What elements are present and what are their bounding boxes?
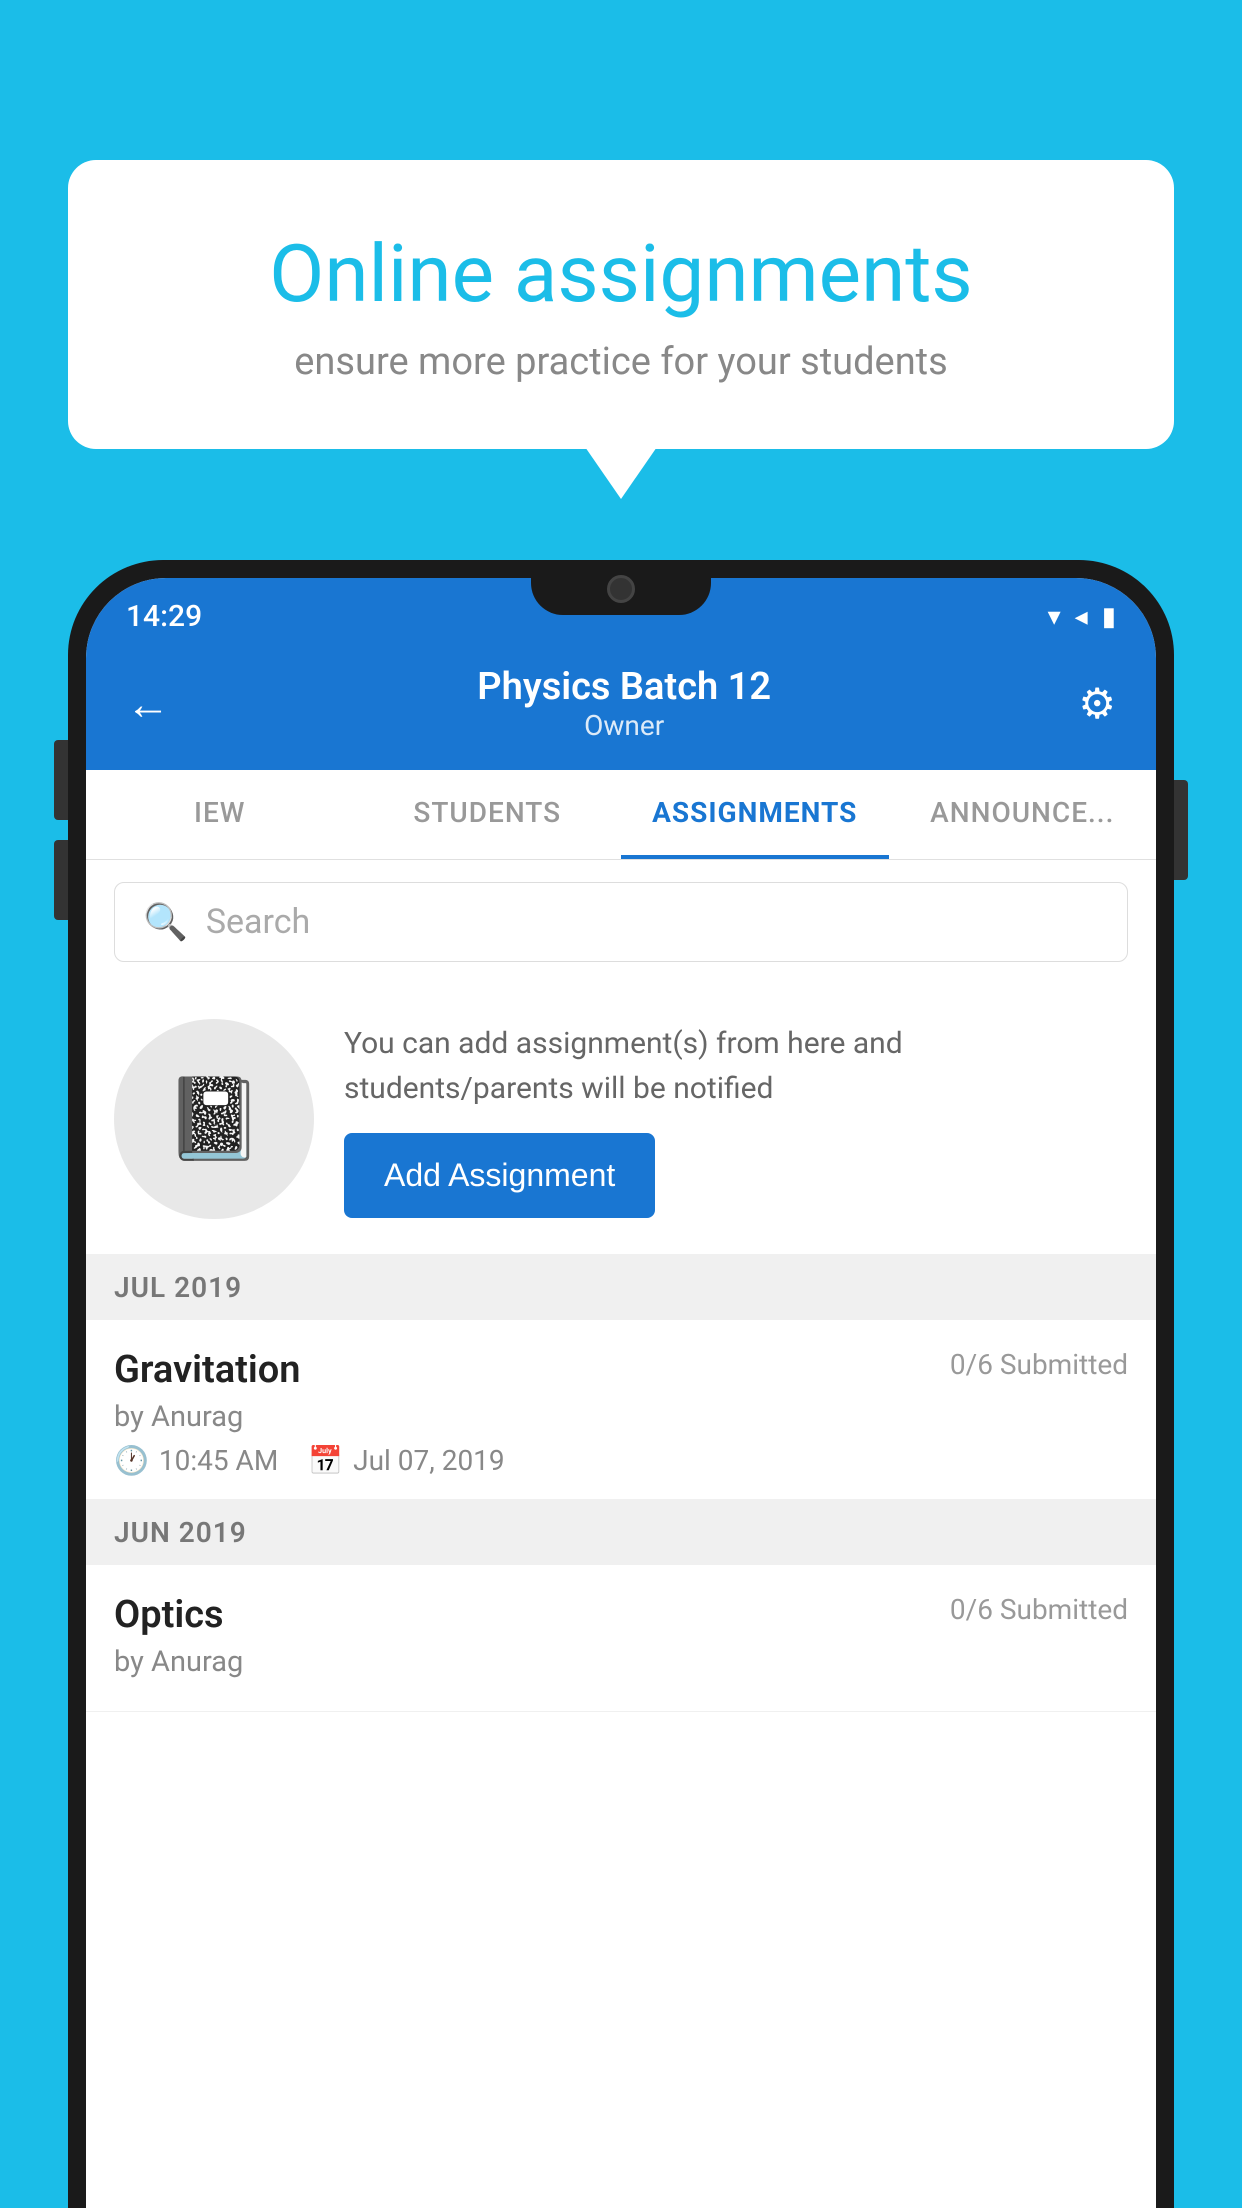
search-placeholder: Search [206,902,310,942]
speech-bubble: Online assignments ensure more practice … [68,160,1174,449]
camera [607,575,635,603]
batch-title: Physics Batch 12 [477,665,771,709]
assignment-submitted-optics: 0/6 Submitted [950,1593,1128,1626]
status-time: 14:29 [126,599,202,634]
meta-date-gravitation: 📅 Jul 07, 2019 [308,1444,504,1477]
back-button[interactable]: ← [126,678,170,730]
assignment-optics[interactable]: Optics 0/6 Submitted by Anurag [86,1565,1156,1712]
assignment-item-top-optics: Optics 0/6 Submitted [114,1593,1128,1637]
add-assignment-button[interactable]: Add Assignment [344,1133,655,1218]
section-jul-2019: JUL 2019 [86,1255,1156,1320]
assignment-name-gravitation: Gravitation [114,1348,301,1392]
tabs-bar: IEW STUDENTS ASSIGNMENTS ANNOUNCE... [86,770,1156,860]
volume-down-button[interactable] [54,840,68,920]
volume-up-button[interactable] [54,740,68,820]
assignment-by-gravitation: by Anurag [114,1400,1128,1434]
assignment-gravitation[interactable]: Gravitation 0/6 Submitted by Anurag 🕐 10… [86,1320,1156,1500]
settings-button[interactable]: ⚙ [1078,679,1116,729]
phone-screen: 14:29 ▾ ◂ ▮ ← Physics Batch 12 Owner ⚙ I… [86,578,1156,2208]
assignment-submitted-gravitation: 0/6 Submitted [950,1348,1128,1381]
app-header: ← Physics Batch 12 Owner ⚙ [86,643,1156,770]
phone-frame: 14:29 ▾ ◂ ▮ ← Physics Batch 12 Owner ⚙ I… [68,560,1174,2208]
battery-icon: ▮ [1102,602,1116,632]
phone-outer: 14:29 ▾ ◂ ▮ ← Physics Batch 12 Owner ⚙ I… [68,560,1174,2208]
section-jun-label: JUN 2019 [114,1516,247,1549]
meta-time-gravitation: 🕐 10:45 AM [114,1444,278,1477]
assignment-meta-gravitation: 🕐 10:45 AM 📅 Jul 07, 2019 [114,1444,1128,1477]
speech-bubble-subtitle: ensure more practice for your students [148,340,1094,384]
search-container: 🔍 Search [86,860,1156,984]
calendar-icon: 📅 [308,1444,343,1477]
tab-announcements[interactable]: ANNOUNCE... [889,770,1157,859]
owner-label: Owner [477,709,771,742]
clock-icon: 🕐 [114,1444,149,1477]
phone-notch [531,560,711,615]
search-box[interactable]: 🔍 Search [114,882,1128,962]
tab-iew[interactable]: IEW [86,770,354,859]
speech-bubble-title: Online assignments [148,230,1094,318]
status-icons: ▾ ◂ ▮ [1048,602,1116,632]
wifi-icon: ▾ [1048,602,1061,632]
tab-students[interactable]: STUDENTS [354,770,622,859]
assignment-prompt-text: You can add assignment(s) from here and … [344,1021,1128,1111]
assignment-by-optics: by Anurag [114,1645,1128,1679]
assignment-icon-circle: 📓 [114,1019,314,1219]
assignment-date-gravitation: Jul 07, 2019 [353,1444,505,1477]
notebook-icon: 📓 [164,1072,264,1166]
speech-bubble-area: Online assignments ensure more practice … [68,160,1174,449]
assignment-time-gravitation: 10:45 AM [159,1444,278,1477]
assignment-item-top: Gravitation 0/6 Submitted [114,1348,1128,1392]
assignment-name-optics: Optics [114,1593,224,1637]
power-button[interactable] [1174,780,1188,880]
signal-icon: ◂ [1075,602,1088,632]
section-jul-label: JUL 2019 [114,1271,242,1304]
assignment-prompt: 📓 You can add assignment(s) from here an… [86,984,1156,1255]
assignment-prompt-right: You can add assignment(s) from here and … [344,1021,1128,1218]
header-center: Physics Batch 12 Owner [477,665,771,742]
tab-assignments[interactable]: ASSIGNMENTS [621,770,889,859]
search-icon: 🔍 [143,901,188,943]
section-jun-2019: JUN 2019 [86,1500,1156,1565]
